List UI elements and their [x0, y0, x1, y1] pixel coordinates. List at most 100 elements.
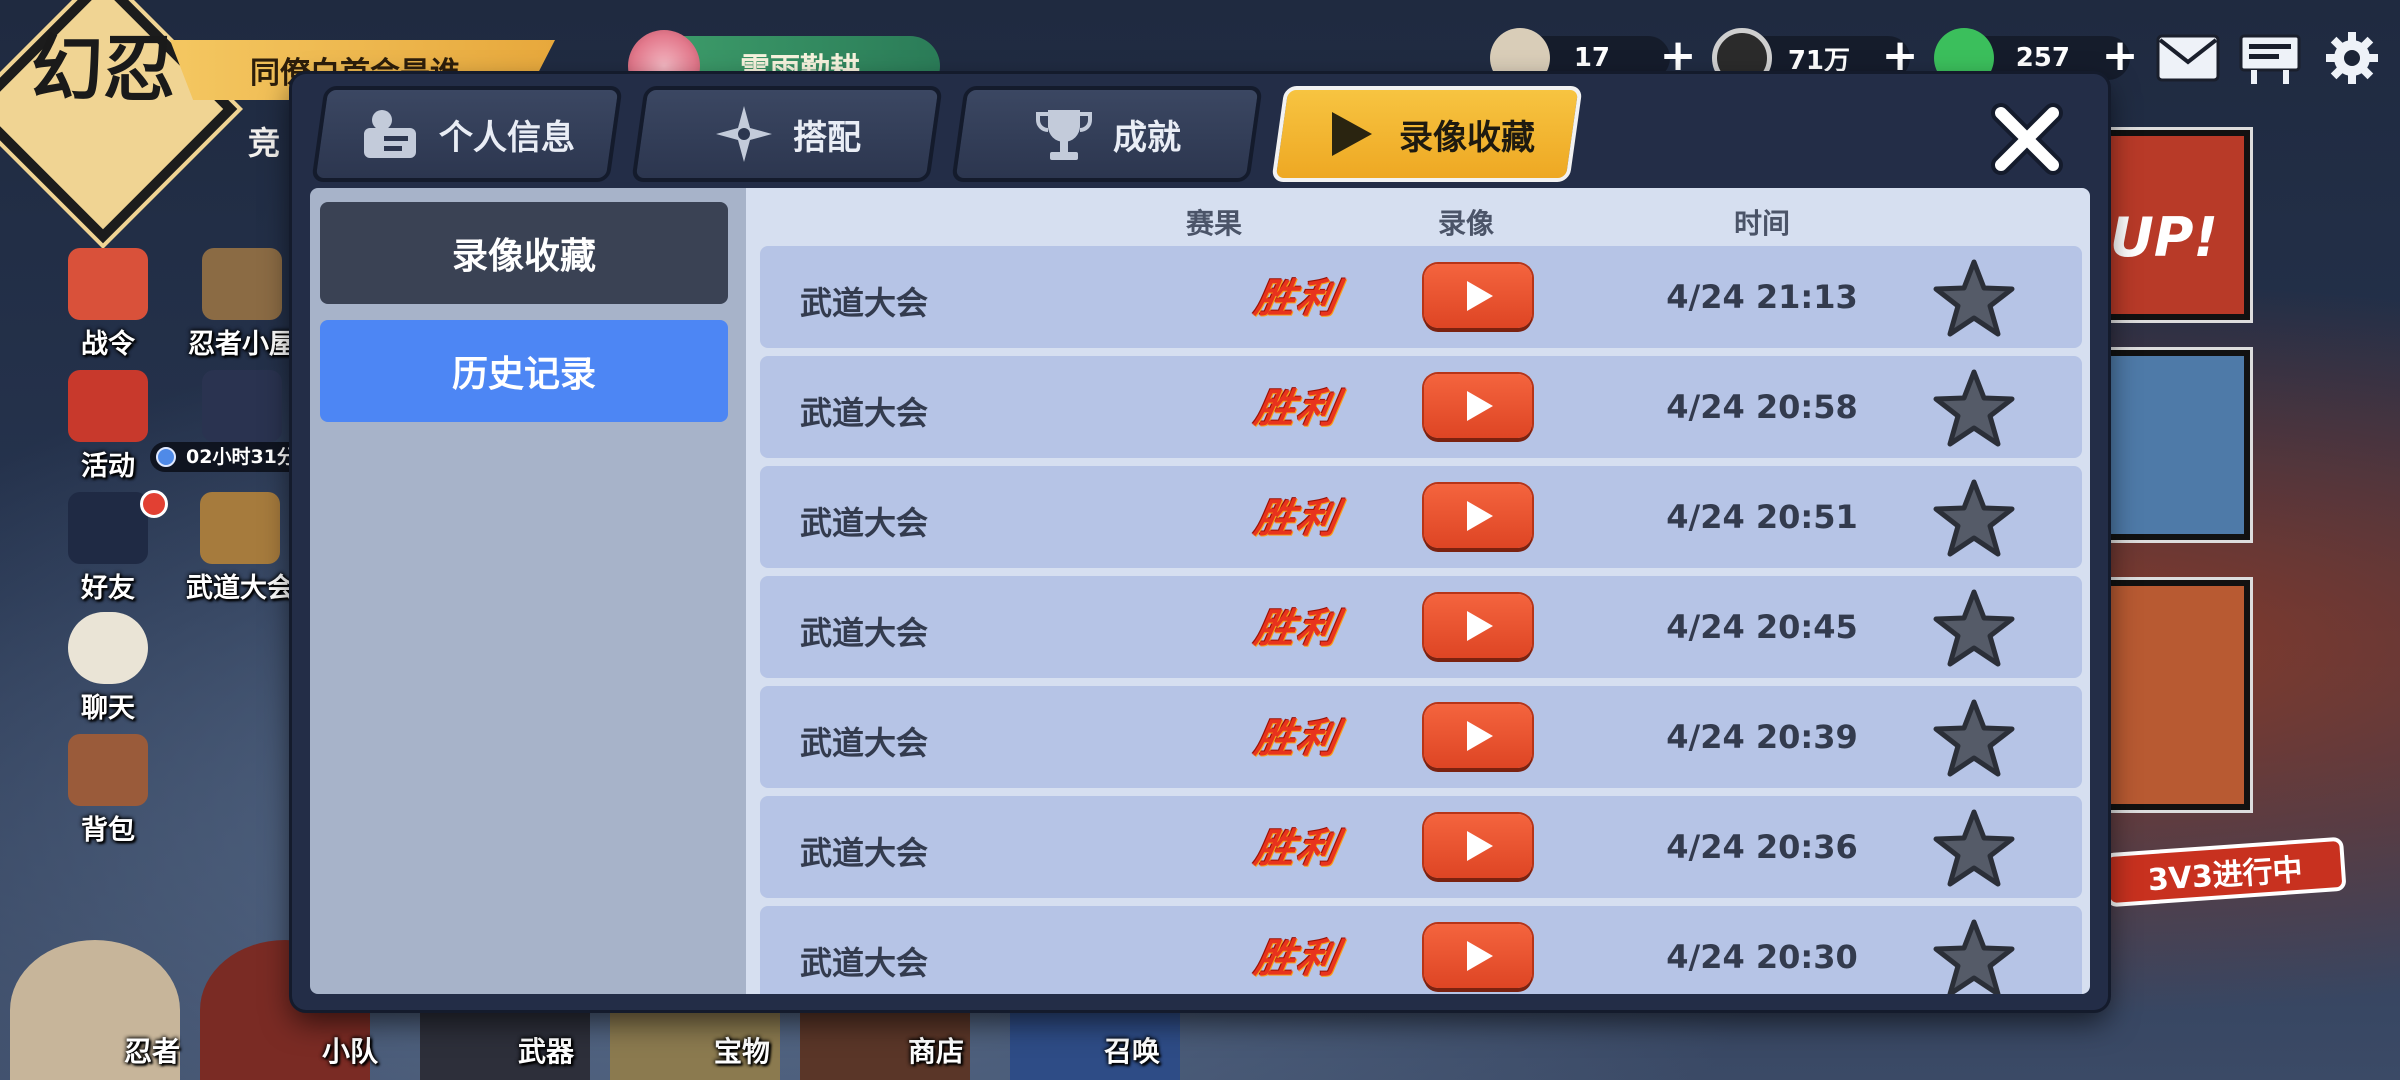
notice-board-icon — [2239, 34, 2301, 84]
promo-card-2[interactable] — [2100, 350, 2250, 540]
close-button[interactable] — [1982, 94, 2072, 184]
bottom-treasure[interactable]: 宝物 — [714, 1030, 770, 1070]
favorite-star-button[interactable] — [1932, 478, 2016, 558]
side-battlepass[interactable]: 战令 — [48, 248, 168, 361]
add-jade-button[interactable]: + — [2098, 34, 2142, 78]
play-replay-button[interactable] — [1424, 814, 1532, 878]
play-replay-button[interactable] — [1424, 374, 1532, 438]
house-icon — [202, 248, 282, 320]
favorite-star-button[interactable] — [1932, 808, 2016, 888]
record-row: 武道大会 胜利 4/24 20:30 — [760, 906, 2082, 994]
favorite-star-button[interactable] — [1932, 588, 2016, 668]
play-replay-button[interactable] — [1424, 594, 1532, 658]
record-mode: 武道大会 — [800, 724, 929, 762]
record-row: 武道大会 胜利 4/24 20:58 — [760, 356, 2082, 458]
play-replay-button[interactable] — [1424, 924, 1532, 988]
record-result: 胜利 — [1251, 275, 1344, 322]
bottom-weapon[interactable]: 武器 — [518, 1030, 574, 1070]
play-replay-button[interactable] — [1424, 484, 1532, 548]
promo-card-up[interactable]: UP! — [2100, 130, 2250, 320]
record-time: 4/24 20:51 — [1666, 498, 1858, 536]
side-activity[interactable]: 活动 — [48, 370, 168, 483]
side-backpack[interactable]: 背包 — [48, 734, 168, 847]
record-result: 胜利 — [1251, 935, 1344, 982]
play-replay-button[interactable] — [1424, 264, 1532, 328]
column-header-result: 赛果 — [1185, 207, 1243, 240]
add-bag-button[interactable]: + — [1656, 34, 1700, 78]
side-label: 武道大会 — [186, 573, 294, 604]
favorite-star-button[interactable] — [1932, 258, 2016, 338]
side-ninja-house[interactable]: 忍者小屋 — [172, 248, 312, 361]
play-icon — [1319, 103, 1381, 165]
backpack-icon — [68, 734, 148, 806]
add-coin-button[interactable]: + — [1878, 34, 1922, 78]
play-icon — [1467, 831, 1493, 861]
crossed-swords-icon — [200, 492, 280, 564]
settings-button[interactable] — [2318, 28, 2386, 88]
favorite-star-button[interactable] — [1932, 918, 2016, 994]
record-row: 武道大会 胜利 4/24 20:36 — [760, 796, 2082, 898]
promo-card-text: UP! — [2110, 206, 2219, 269]
chat-bubble-icon — [68, 612, 148, 684]
game-logo-text: 幻忍 — [30, 26, 175, 111]
tab-loadout[interactable]: 搭配 — [631, 86, 943, 182]
timer-text: 02小时31分 — [186, 446, 296, 468]
modal-sidebar: 录像收藏 历史记录 — [310, 188, 746, 994]
tab-replay-collection[interactable]: 录像收藏 — [1271, 86, 1583, 182]
bottom-team[interactable]: 小队 — [322, 1030, 378, 1070]
record-time: 4/24 20:39 — [1666, 718, 1858, 756]
record-result: 胜利 — [1251, 605, 1344, 652]
resource-jade-value: 257 — [2015, 43, 2070, 73]
notice-button[interactable] — [2236, 28, 2304, 88]
record-row: 武道大会 胜利 4/24 21:13 — [760, 246, 2082, 348]
column-header-time: 时间 — [1733, 207, 1791, 240]
gear-icon — [2326, 32, 2378, 84]
favorite-star-button[interactable] — [1932, 368, 2016, 448]
resource-bag-value: 17 — [1573, 43, 1610, 73]
promo-card-3[interactable] — [2100, 580, 2250, 810]
records-panel: 赛果 录像 时间 武道大会 胜利 4/24 21:13 武道大会 胜利 4/24… — [746, 188, 2090, 994]
tab-label: 搭配 — [793, 117, 861, 158]
tab-achievements[interactable]: 成就 — [951, 86, 1263, 182]
record-row: 武道大会 胜利 4/24 20:39 — [760, 686, 2082, 788]
battlepass-icon — [68, 248, 148, 320]
record-mode: 武道大会 — [800, 944, 929, 982]
side-label: 聊天 — [81, 693, 135, 724]
side-chat[interactable]: 聊天 — [48, 612, 168, 725]
replay-modal: 个人信息 搭配 成就 录像收藏 录像收藏 历史记录 赛果 录像 时间 武道大会 … — [292, 74, 2108, 1010]
record-result: 胜利 — [1251, 385, 1344, 432]
star-icon — [1933, 919, 2015, 994]
sidebar-item-history[interactable]: 历史记录 — [320, 320, 728, 422]
sidebar-item-replay-collection[interactable]: 录像收藏 — [320, 202, 728, 304]
side-tournament[interactable]: 武道大会 — [170, 492, 310, 605]
record-row: 武道大会 胜利 4/24 20:51 — [760, 466, 2082, 568]
resource-coin-value: 71万 — [1787, 45, 1850, 76]
banner-subtitle: 竞 — [248, 124, 281, 162]
tab-profile[interactable]: 个人信息 — [311, 86, 623, 182]
side-label: 忍者小屋 — [188, 329, 296, 360]
bottom-shop[interactable]: 商店 — [908, 1030, 964, 1070]
side-event-boss[interactable] — [182, 370, 302, 444]
side-label: 战令 — [81, 329, 135, 360]
bottom-summon[interactable]: 召唤 — [1104, 1030, 1160, 1070]
mail-icon — [2156, 34, 2220, 82]
record-time: 4/24 20:30 — [1666, 938, 1858, 976]
notification-dot — [140, 490, 168, 518]
star-icon — [1933, 699, 2015, 777]
star-icon — [1933, 809, 2015, 887]
record-mode: 武道大会 — [800, 394, 929, 432]
record-row: 武道大会 胜利 4/24 20:45 — [760, 576, 2082, 678]
torii-icon — [68, 370, 148, 442]
mail-button[interactable] — [2154, 28, 2222, 88]
play-replay-button[interactable] — [1424, 704, 1532, 768]
record-result: 胜利 — [1251, 715, 1344, 762]
profile-icon — [359, 103, 421, 165]
bottom-ninja[interactable]: 忍者 — [124, 1030, 180, 1070]
play-icon — [1467, 391, 1493, 421]
favorite-star-button[interactable] — [1932, 698, 2016, 778]
play-icon — [1467, 941, 1493, 971]
tab-label: 录像收藏 — [1399, 117, 1535, 158]
event-timer: 02小时31分 — [150, 442, 304, 472]
star-icon — [1933, 589, 2015, 667]
tab-label: 成就 — [1113, 117, 1181, 158]
